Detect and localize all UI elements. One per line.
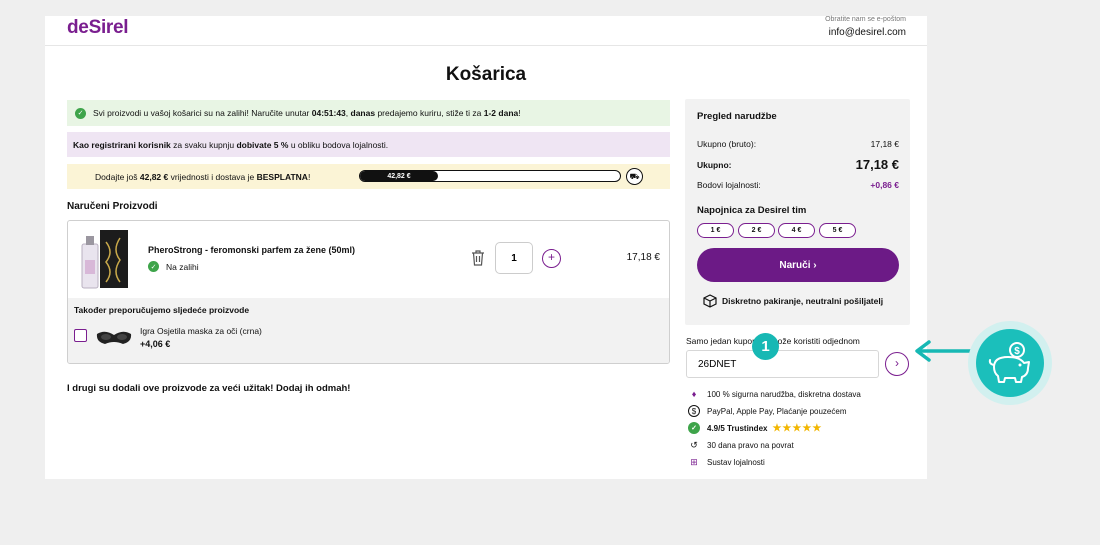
discreet-packaging-note: Diskretno pakiranje, neutralni pošiljate… xyxy=(703,294,883,308)
product-price: 17,18 € xyxy=(626,252,660,263)
summary-title: Pregled narudžbe xyxy=(697,111,777,122)
contact-label: Obratite nam se e-poštom xyxy=(825,16,906,23)
recommendation-image[interactable] xyxy=(95,328,133,348)
recommendation-price: +4,06 € xyxy=(140,339,171,349)
svg-text:$: $ xyxy=(1014,346,1020,357)
trust-payment-label: PayPal, Apple Pay, Plaćanje pouzećem xyxy=(707,406,847,416)
recommendation-name[interactable]: Igra Osjetila maska za oči (crna) xyxy=(140,326,262,336)
points-value: +0,86 € xyxy=(870,180,899,190)
shipping-banner-text: Dodajte još 42,82 € vrijednosti i dostav… xyxy=(95,171,311,182)
return-clock-icon: ↺ xyxy=(690,439,698,450)
check-icon: ✓ xyxy=(75,107,86,119)
tip-1-button[interactable]: 1 € xyxy=(697,223,734,238)
ordered-products-title: Naručeni Proizvodi xyxy=(67,201,158,212)
points-label: Bodovi lojalnosti: xyxy=(697,180,761,190)
trust-loyalty-label: Sustav lojalnosti xyxy=(707,457,765,467)
loyalty-banner: Kao registrirani korisnik za svaku kupnj… xyxy=(67,132,670,157)
header-divider xyxy=(45,45,927,46)
piggy-bank-icon: $ xyxy=(976,329,1044,397)
shipping-progress-fill: 42,82 € xyxy=(360,171,438,181)
shield-icon: ♦ xyxy=(691,389,697,399)
product-name[interactable]: PheroStrong - feromonski parfem za žene … xyxy=(148,245,355,255)
trust-return-label: 30 dana pravo na povrat xyxy=(707,440,794,450)
loyalty-banner-text: Kao registrirani korisnik za svaku kupnj… xyxy=(73,139,389,150)
total-label: Ukupno: xyxy=(697,159,732,170)
trust-secure: ♦ 100 % sigurna narudžba, diskretna dost… xyxy=(688,388,861,400)
order-button[interactable]: Naruči › xyxy=(697,248,899,282)
recommendations-title: Također preporučujemo sljedeće proizvode xyxy=(74,305,250,315)
chevron-right-icon: › xyxy=(813,259,817,271)
total-value: 17,18 € xyxy=(855,157,899,172)
order-button-label: Naruči xyxy=(779,259,811,271)
discreet-label: Diskretno pakiranje, neutralni pošiljate… xyxy=(722,296,884,306)
stock-banner-text: Svi proizvodi u vašoj košarici su na zal… xyxy=(93,108,521,118)
points-row: Bodovi lojalnosti: +0,86 € xyxy=(697,180,899,190)
trust-return: ↺ 30 dana pravo na povrat xyxy=(688,439,794,451)
free-shipping-banner: Dodajte još 42,82 € vrijednosti i dostav… xyxy=(67,164,670,189)
quantity-input[interactable] xyxy=(495,242,533,274)
gross-value: 17,18 € xyxy=(870,139,899,149)
truck-icon: ⛟ xyxy=(626,168,643,185)
trust-payment: $ PayPal, Apple Pay, Plaćanje pouzećem xyxy=(688,405,847,417)
trust-rating-label: 4.9/5 Trustindex xyxy=(707,423,768,433)
verified-icon: ✓ xyxy=(688,422,700,434)
trust-secure-label: 100 % sigurna narudžba, diskretna dostav… xyxy=(707,389,861,399)
stock-banner: ✓ Svi proizvodi u vašoj košarici su na z… xyxy=(67,100,670,126)
tip-5-button[interactable]: 5 € xyxy=(819,223,856,238)
trash-icon[interactable] xyxy=(471,250,485,266)
product-stock-status: ✓ Na zalihi xyxy=(148,261,199,272)
rating-stars-icon: ★★★★★ xyxy=(772,422,823,434)
tip-title: Napojnica za Desirel tim xyxy=(697,205,807,216)
others-added-text: I drugi su dodali ove proizvode za veći … xyxy=(67,383,351,394)
step-number-badge: 1 xyxy=(752,333,779,360)
gross-label: Ukupno (bruto): xyxy=(697,139,757,149)
cart-page: deSirel Obratite nam se e-poštom info@de… xyxy=(45,16,927,479)
recommendation-checkbox[interactable] xyxy=(74,329,87,342)
recommendations-section: Također preporučujemo sljedeće proizvode… xyxy=(68,298,669,363)
dollar-icon: $ xyxy=(688,405,700,417)
check-icon: ✓ xyxy=(148,261,159,272)
package-icon xyxy=(703,294,717,308)
gift-icon: ⊞ xyxy=(690,456,698,467)
contact-email-link[interactable]: info@desirel.com xyxy=(829,27,906,38)
tip-2-button[interactable]: 2 € xyxy=(738,223,775,238)
product-image[interactable] xyxy=(78,228,132,290)
tip-4-button[interactable]: 4 € xyxy=(778,223,815,238)
total-row: Ukupno: 17,18 € xyxy=(697,157,899,172)
increase-quantity-button[interactable]: + xyxy=(542,249,561,268)
coupon-input[interactable] xyxy=(686,350,879,378)
trust-rating[interactable]: ✓ 4.9/5 Trustindex ★★★★★ xyxy=(688,422,822,434)
order-summary: Pregled narudžbe Ukupno (bruto): 17,18 €… xyxy=(685,99,910,325)
page-title: Košarica xyxy=(445,64,527,85)
shipping-progress-bar: 42,82 € xyxy=(359,170,621,182)
trust-loyalty: ⊞ Sustav lojalnosti xyxy=(688,456,765,468)
cart-item: PheroStrong - feromonski parfem za žene … xyxy=(67,220,670,364)
stock-label: Na zalihi xyxy=(166,261,199,272)
gross-row: Ukupno (bruto): 17,18 € xyxy=(697,139,899,149)
desirel-logo[interactable]: deSirel xyxy=(67,17,129,39)
